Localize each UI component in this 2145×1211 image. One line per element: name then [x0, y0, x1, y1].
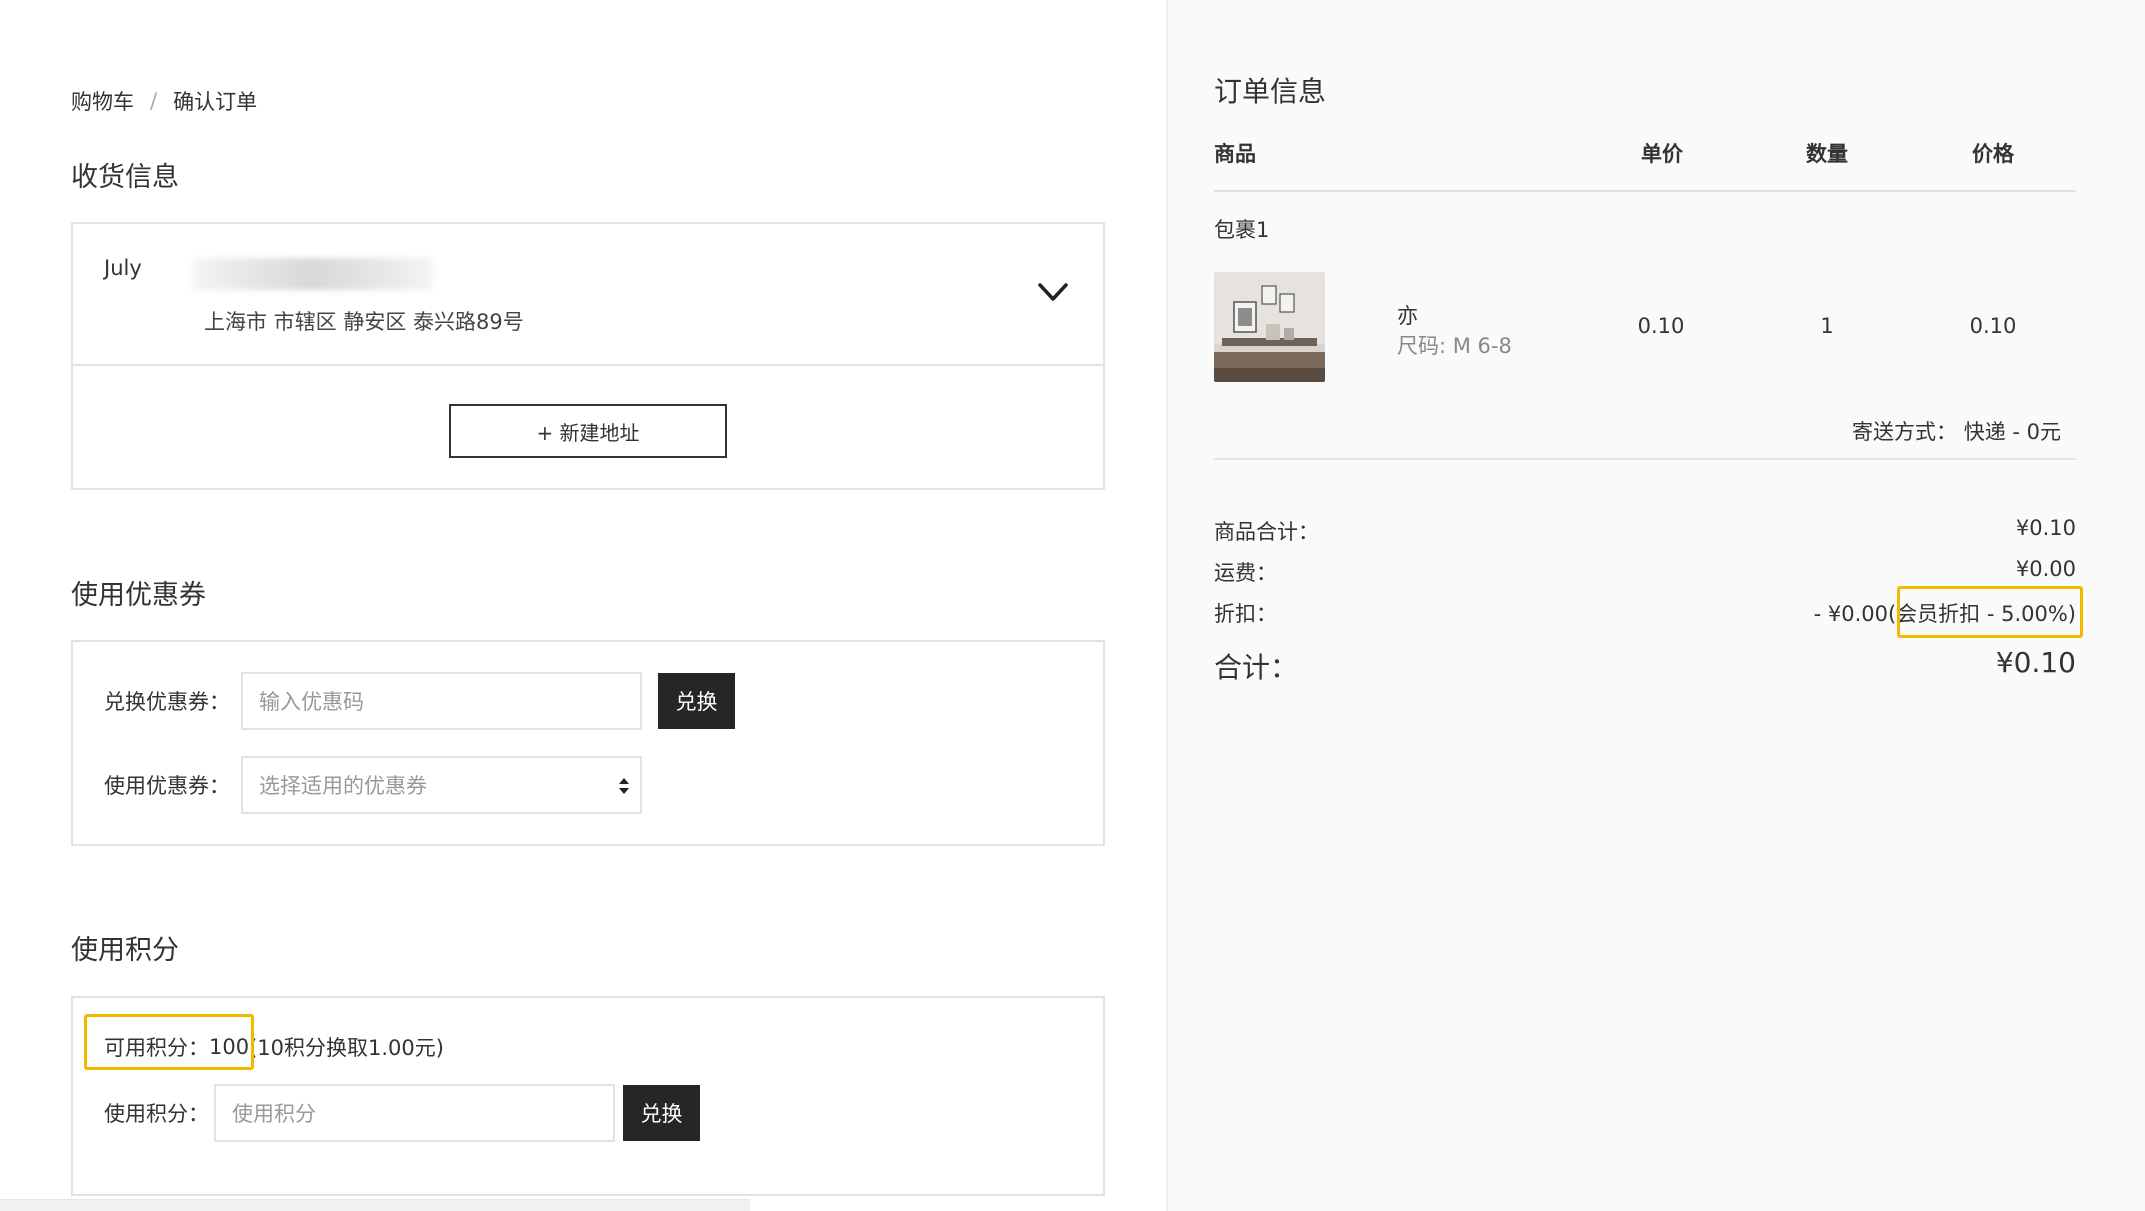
- breadcrumb-current: 确认订单: [173, 90, 258, 114]
- shipping-method: 寄送方式： 快递 - 0元: [1852, 420, 2061, 444]
- col-product: 商品: [1214, 142, 1256, 166]
- sort-arrows-icon: [619, 778, 629, 794]
- available-points-highlight: [84, 1014, 254, 1070]
- points-input[interactable]: 使用积分: [214, 1084, 615, 1142]
- freight-row: 运费： ¥0.00: [1214, 557, 2076, 587]
- use-coupon-label: 使用优惠券：: [104, 774, 230, 798]
- total-row: 合计： ¥0.10: [1214, 646, 2076, 686]
- use-coupon-row: 使用优惠券： 选择适用的优惠券: [104, 756, 642, 814]
- selected-address[interactable]: July 上海市 市辖区 静安区 泰兴路89号: [73, 224, 1103, 366]
- subtotal-value: ¥0.10: [2015, 516, 2076, 540]
- coupon-box: 兑换优惠券： 输入优惠码 兑换 使用优惠券： 选择适用的优惠券: [71, 640, 1105, 846]
- order-table-header: 商品 单价 数量 价格: [1214, 138, 2076, 192]
- subtotal-label: 商品合计：: [1214, 520, 1319, 544]
- subtotal-row: 商品合计： ¥0.10: [1214, 516, 2076, 546]
- summary-divider: [1214, 458, 2076, 460]
- item-price: 0.10: [1969, 314, 2017, 338]
- shipping-box: July 上海市 市辖区 静安区 泰兴路89号 + 新建地址: [71, 222, 1105, 490]
- chevron-down-icon[interactable]: [1035, 274, 1071, 310]
- use-points-label: 使用积分：: [104, 1102, 209, 1126]
- redeem-coupon-row: 兑换优惠券： 输入优惠码 兑换: [104, 672, 735, 730]
- discount-label: 折扣：: [1214, 602, 1277, 626]
- status-strip: [0, 1199, 750, 1211]
- recipient-name: July: [104, 256, 142, 280]
- col-price: 价格: [1972, 142, 2014, 166]
- coupon-select-placeholder: 选择适用的优惠券: [259, 774, 427, 798]
- checkout-form-panel: 购物车 / 确认订单 收货信息 July 上海市 市辖区 静安区 泰兴路89号 …: [0, 0, 1166, 1211]
- freight-label: 运费：: [1214, 561, 1277, 585]
- points-box: 可用积分： 100 (10积分换取1.00元) 使用积分： 使用积分 兑换: [71, 996, 1105, 1196]
- member-discount-highlight: [1897, 586, 2083, 638]
- total-value: ¥0.10: [1995, 646, 2076, 679]
- new-address-button[interactable]: + 新建地址: [449, 404, 727, 458]
- redeem-points-button[interactable]: 兑换: [623, 1085, 700, 1141]
- package-label: 包裹1: [1214, 218, 1270, 242]
- redacted-phone: [193, 258, 433, 290]
- breadcrumb-cart-link[interactable]: 购物车: [71, 86, 134, 116]
- order-info-title: 订单信息: [1214, 75, 1327, 108]
- coupon-code-input[interactable]: 输入优惠码: [241, 672, 642, 730]
- item-name: 亦: [1397, 304, 1418, 328]
- item-unit-price: 0.10: [1637, 314, 1685, 338]
- freight-value: ¥0.00: [2015, 557, 2076, 581]
- item-size: 尺码: M 6-8: [1397, 334, 1512, 358]
- total-label: 合计：: [1214, 651, 1299, 684]
- coupon-select[interactable]: 选择适用的优惠券: [241, 756, 642, 814]
- redeem-coupon-label: 兑换优惠券：: [104, 690, 230, 714]
- discount-value: - ¥0.00: [1813, 602, 1888, 626]
- points-rate-text: (10积分换取1.00元): [249, 1036, 444, 1060]
- breadcrumb-separator: /: [150, 89, 158, 113]
- order-summary-panel: 订单信息 商品 单价 数量 价格 包裹1 亦 尺码: M 6-8 0.10 1 …: [1166, 0, 2145, 1211]
- points-section-title: 使用积分: [71, 935, 179, 966]
- use-points-row: 使用积分： 使用积分 兑换: [104, 1084, 700, 1142]
- product-thumbnail[interactable]: [1214, 272, 1325, 382]
- col-quantity: 数量: [1806, 142, 1848, 166]
- item-quantity: 1: [1820, 314, 1834, 338]
- breadcrumb: 购物车 / 确认订单: [71, 86, 257, 116]
- shipping-section-title: 收货信息: [71, 162, 179, 193]
- coupon-section-title: 使用优惠券: [71, 580, 206, 611]
- recipient-address: 上海市 市辖区 静安区 泰兴路89号: [204, 310, 524, 334]
- redeem-coupon-button[interactable]: 兑换: [658, 673, 735, 729]
- col-unit-price: 单价: [1641, 142, 1683, 166]
